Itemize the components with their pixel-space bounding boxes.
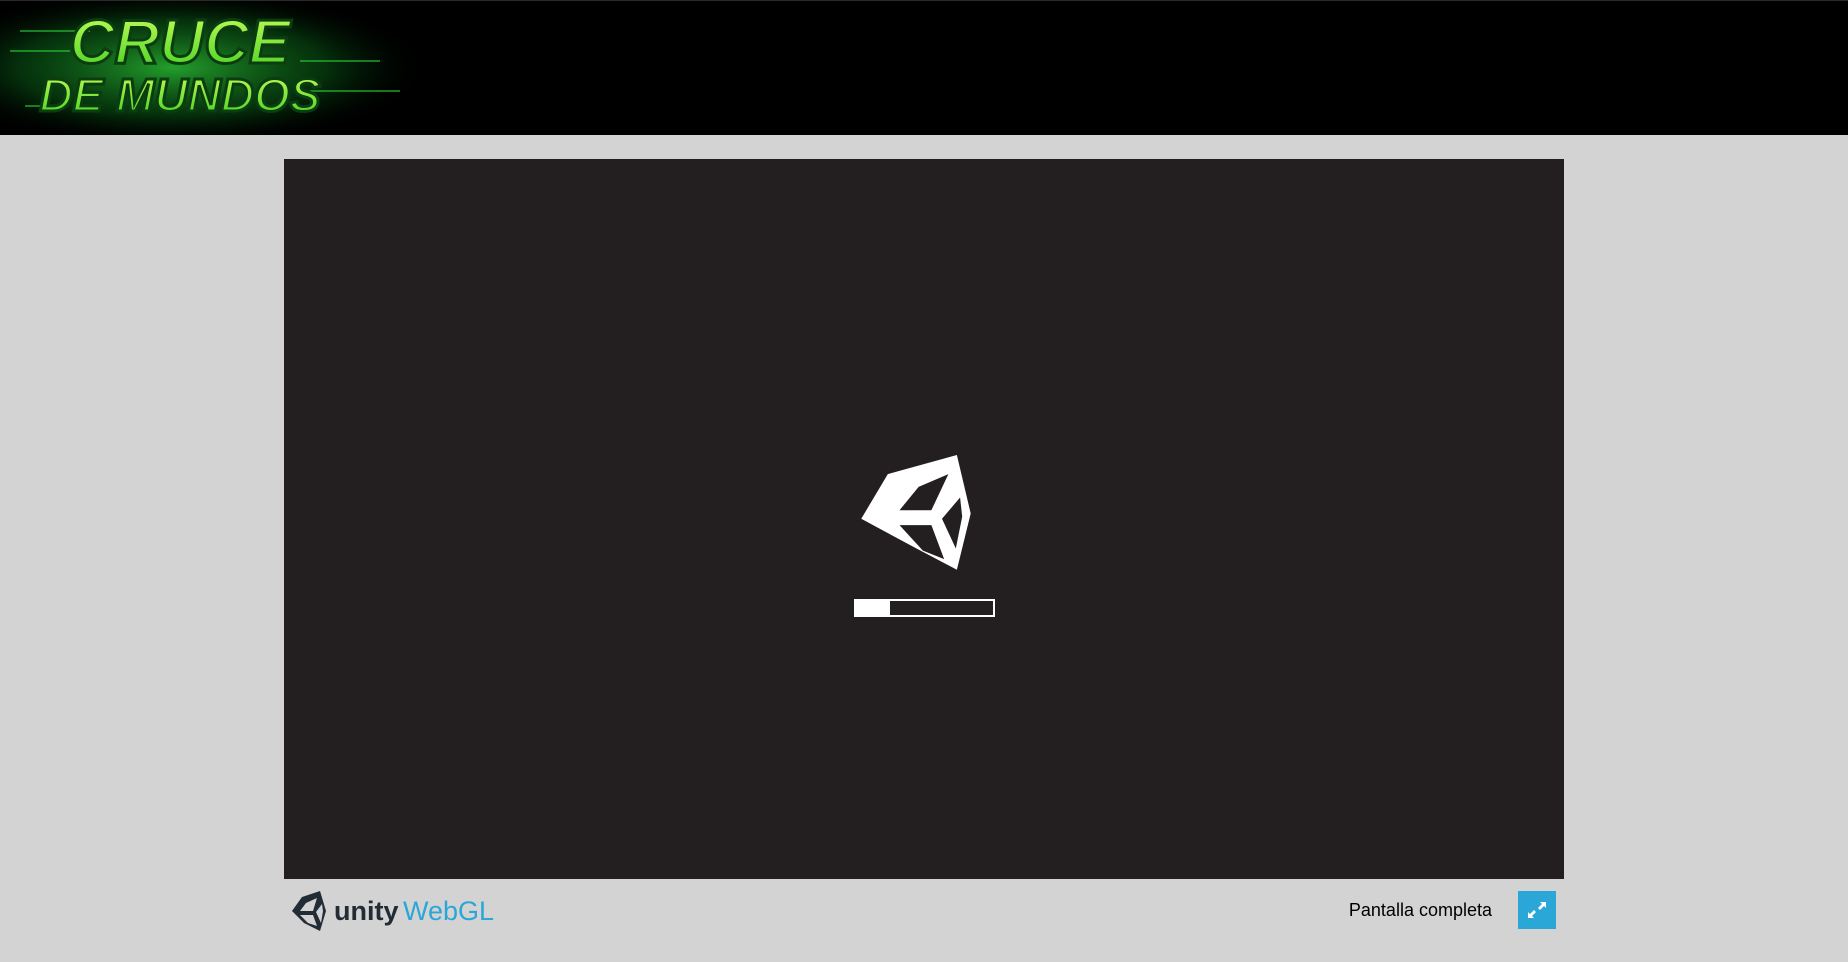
webgl-brand-text: WebGL xyxy=(403,896,494,926)
cruce-de-mundos-logo[interactable]: CRUCE DE MUNDOS xyxy=(0,1,430,134)
logo-line1: CRUCE xyxy=(70,8,292,77)
fullscreen-button[interactable] xyxy=(1518,891,1556,929)
unity-small-icon xyxy=(292,891,326,931)
loading-progress-bar xyxy=(854,599,995,617)
unity-logo-icon xyxy=(861,455,971,570)
unity-webgl-logo[interactable]: unity WebGL xyxy=(290,889,510,933)
fullscreen-label[interactable]: Pantalla completa xyxy=(1349,899,1492,921)
logo-line2: DE MUNDOS xyxy=(39,69,320,121)
site-header: CRUCE DE MUNDOS xyxy=(0,0,1848,135)
loading-progress-fill xyxy=(856,601,891,615)
unity-game-canvas[interactable] xyxy=(284,159,1564,879)
expand-arrows-icon xyxy=(1528,902,1546,918)
player-footer: unity WebGL Pantalla completa xyxy=(284,879,1564,941)
unity-brand-text: unity xyxy=(334,896,399,926)
